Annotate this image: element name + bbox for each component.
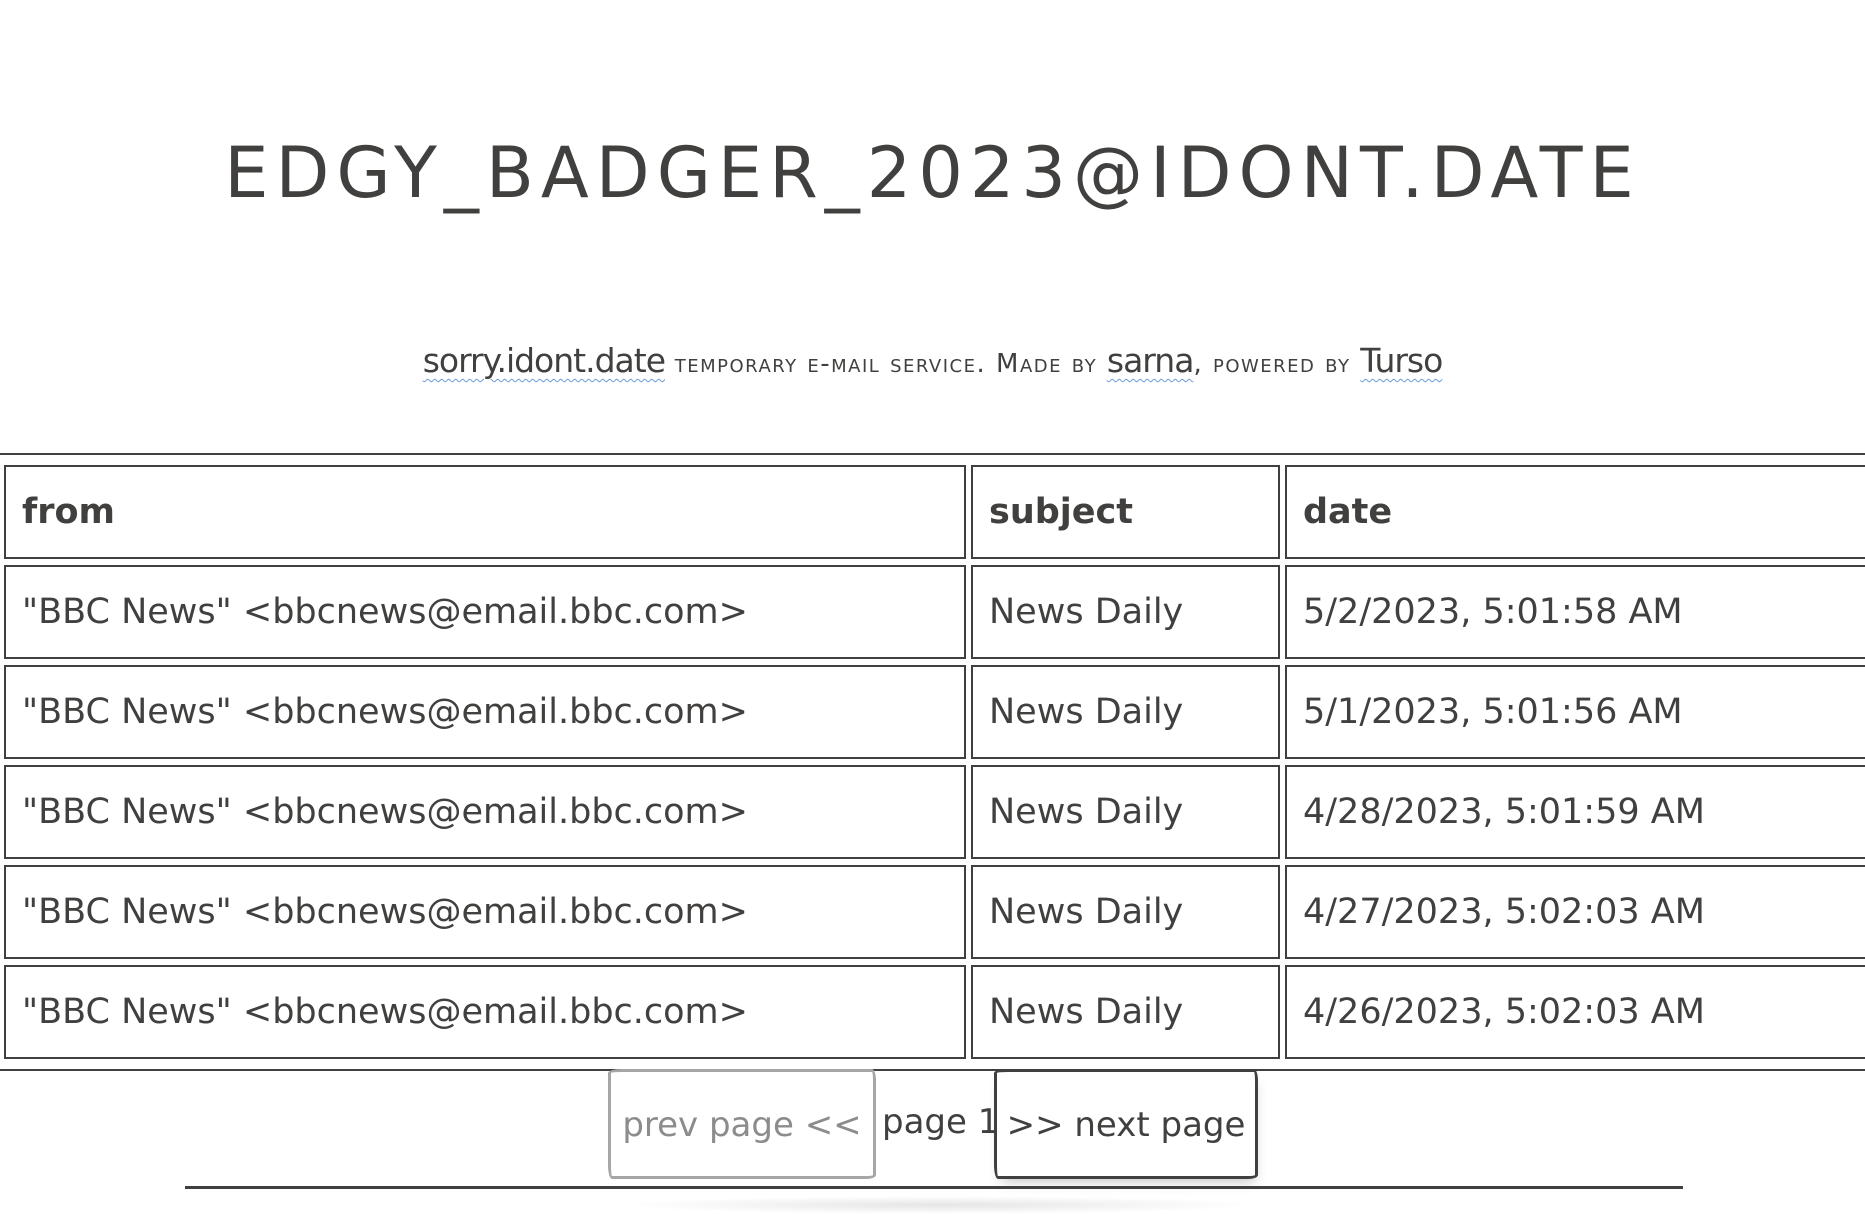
prev-page-button[interactable]: prev page << bbox=[608, 1069, 876, 1179]
pagination: prev page << page 1 >> next page bbox=[0, 1067, 1865, 1182]
cell-date[interactable]: 4/26/2023, 5:02:03 AM bbox=[1285, 965, 1865, 1059]
table-row[interactable]: "BBC News" <bbcnews@email.bbc.com> News … bbox=[4, 665, 1865, 759]
tagline-made-by-initial: M bbox=[996, 349, 1020, 379]
column-header-from: from bbox=[4, 465, 966, 559]
mail-table-container: from subject date "BBC News" <bbcnews@em… bbox=[0, 453, 1865, 1071]
tagline-text bbox=[665, 349, 675, 379]
tagline: sorry.idont.date temporary e-mail servic… bbox=[0, 338, 1865, 387]
cell-subject[interactable]: News Daily bbox=[971, 665, 1280, 759]
cell-date[interactable]: 4/28/2023, 5:01:59 AM bbox=[1285, 765, 1865, 859]
table-header-row: from subject date bbox=[4, 465, 1865, 559]
cell-from[interactable]: "BBC News" <bbcnews@email.bbc.com> bbox=[4, 965, 966, 1059]
cell-from[interactable]: "BBC News" <bbcnews@email.bbc.com> bbox=[4, 565, 966, 659]
cell-date[interactable]: 5/1/2023, 5:01:56 AM bbox=[1285, 665, 1865, 759]
site-link[interactable]: sorry.idont.date bbox=[423, 341, 666, 380]
next-page-button[interactable]: >> next page bbox=[994, 1069, 1258, 1179]
table-row[interactable]: "BBC News" <bbcnews@email.bbc.com> News … bbox=[4, 765, 1865, 859]
table-row[interactable]: "BBC News" <bbcnews@email.bbc.com> News … bbox=[4, 965, 1865, 1059]
page-title: EDGY_BADGER_2023@IDONT.DATE bbox=[224, 132, 1641, 214]
cell-subject[interactable]: News Daily bbox=[971, 865, 1280, 959]
author-link[interactable]: sarna bbox=[1107, 341, 1195, 380]
tagline-text-part1: temporary e-mail service. bbox=[674, 349, 997, 379]
cell-subject[interactable]: News Daily bbox=[971, 765, 1280, 859]
turso-link[interactable]: Turso bbox=[1360, 341, 1443, 380]
column-header-subject: subject bbox=[971, 465, 1280, 559]
mail-table: from subject date "BBC News" <bbcnews@em… bbox=[0, 459, 1865, 1065]
cell-from[interactable]: "BBC News" <bbcnews@email.bbc.com> bbox=[4, 665, 966, 759]
cell-from[interactable]: "BBC News" <bbcnews@email.bbc.com> bbox=[4, 865, 966, 959]
footer-shadow bbox=[620, 1196, 1260, 1214]
tagline-powered-by: , powered by bbox=[1193, 349, 1361, 379]
cell-date[interactable]: 5/2/2023, 5:01:58 AM bbox=[1285, 565, 1865, 659]
table-row[interactable]: "BBC News" <bbcnews@email.bbc.com> News … bbox=[4, 565, 1865, 659]
cell-subject[interactable]: News Daily bbox=[971, 965, 1280, 1059]
cell-from[interactable]: "BBC News" <bbcnews@email.bbc.com> bbox=[4, 765, 966, 859]
cell-date[interactable]: 4/27/2023, 5:02:03 AM bbox=[1285, 865, 1865, 959]
footer-divider bbox=[185, 1186, 1683, 1189]
table-row[interactable]: "BBC News" <bbcnews@email.bbc.com> News … bbox=[4, 865, 1865, 959]
cell-subject[interactable]: News Daily bbox=[971, 565, 1280, 659]
page-indicator: page 1 bbox=[882, 1102, 1000, 1142]
tagline-made-by: ade by bbox=[1019, 349, 1107, 379]
column-header-date: date bbox=[1285, 465, 1865, 559]
